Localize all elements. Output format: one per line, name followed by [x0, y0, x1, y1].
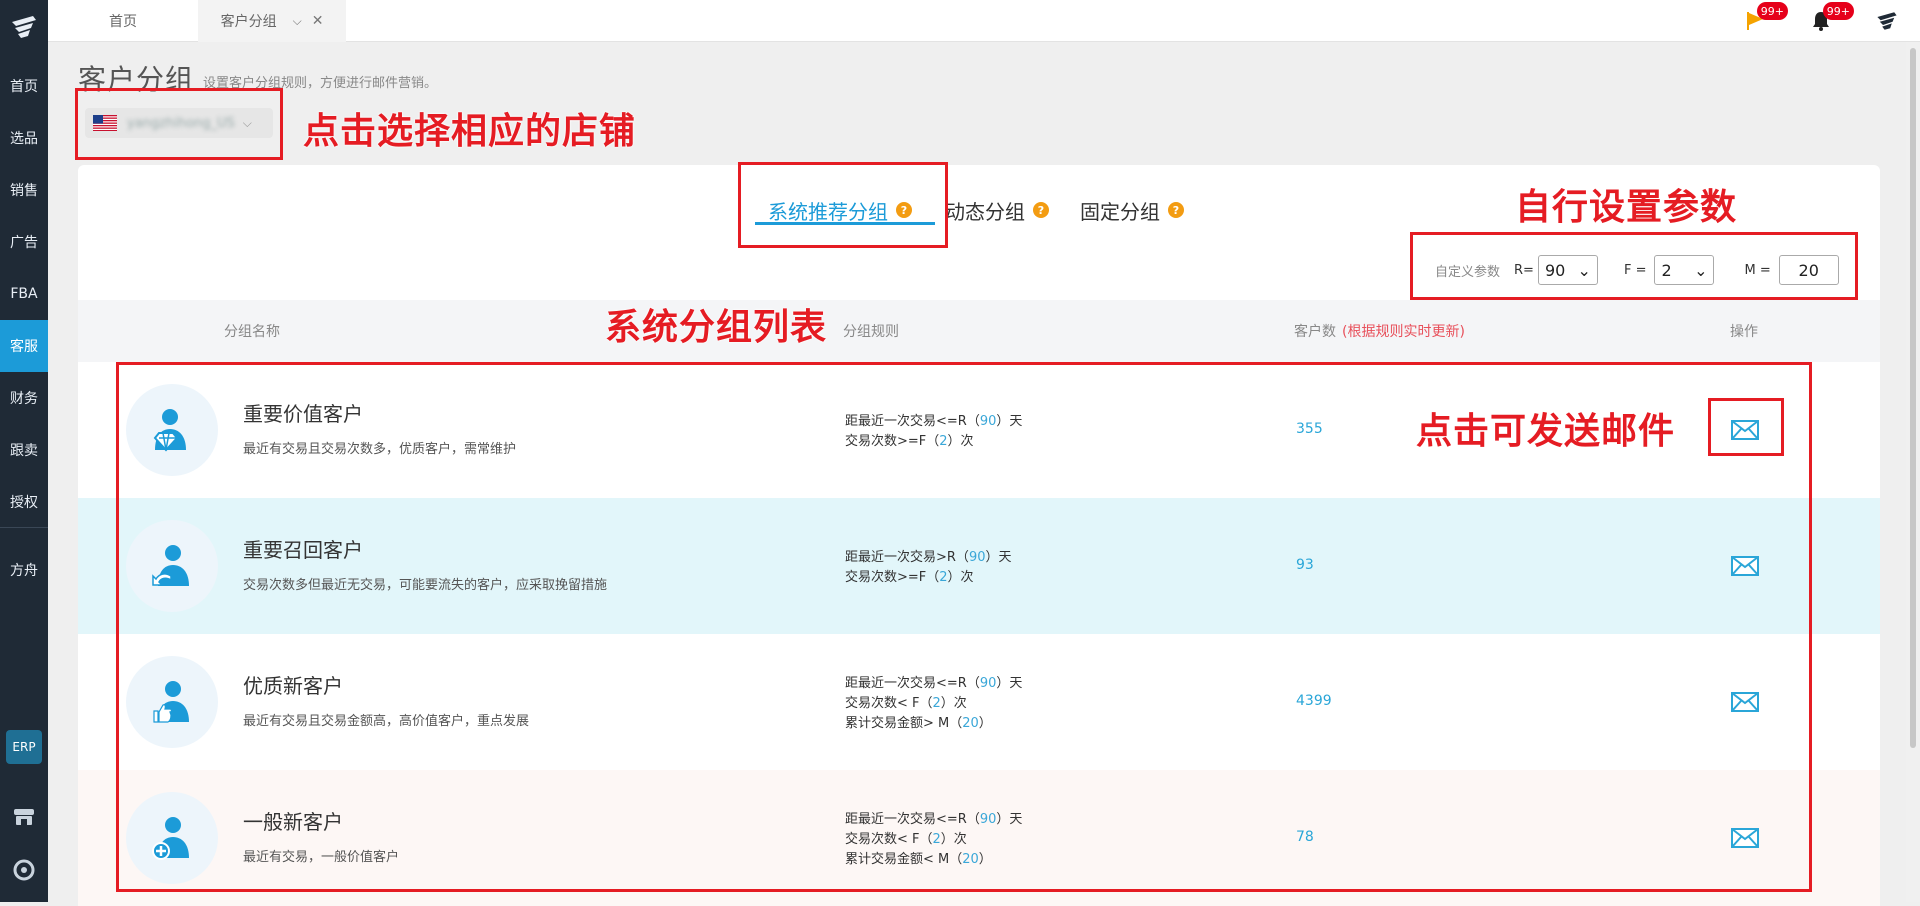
sidebar-item-label: 授权 — [10, 495, 38, 511]
sidebar-item-label: 财务 — [10, 391, 38, 407]
params-label: 自定义参数 — [1435, 264, 1501, 280]
sidebar-item-label: FBA — [10, 286, 38, 302]
th-customer-count: 客户数 (根据规则实时更新) — [1294, 300, 1465, 362]
logo-icon[interactable] — [9, 12, 39, 42]
user-avatar[interactable] — [1874, 8, 1900, 34]
sidebar-item-follow-sell[interactable]: 跟卖 — [0, 424, 48, 476]
annotation-box-store — [75, 88, 283, 160]
sidebar-item-ark[interactable]: 方舟 — [0, 544, 48, 596]
sidebar-item-ads[interactable]: 广告 — [0, 216, 48, 268]
tab-label: 客户分组 — [220, 14, 277, 30]
sidebar: 首页 选品 销售 广告 FBA 客服 财务 跟卖 授权 方舟 ERP — [0, 0, 48, 902]
sidebar-item-label: 方舟 — [10, 563, 38, 579]
close-icon[interactable]: ✕ — [312, 13, 324, 29]
table-header: 分组名称 分组规则 客户数 (根据规则实时更新) 操作 — [78, 300, 1880, 362]
chevron-down-icon[interactable]: ⌵ — [293, 14, 302, 29]
annotation-store: 点击选择相应的店铺 — [303, 111, 637, 152]
f-select[interactable]: 2 ⌄ — [1654, 255, 1715, 285]
sidebar-item-label: 销售 — [10, 183, 38, 199]
chevron-down-icon: ⌄ — [1577, 260, 1591, 280]
bell-badge: 99+ — [1822, 2, 1854, 20]
help-icon[interactable]: ? — [1033, 202, 1049, 218]
tab-dynamic-group[interactable]: 动态分组? — [945, 190, 1049, 230]
page-scrollbar[interactable] — [1906, 42, 1920, 902]
sidebar-item-label: 跟卖 — [10, 443, 38, 459]
sidebar-item-selection[interactable]: 选品 — [0, 112, 48, 164]
f-value: 2 — [1661, 260, 1672, 280]
m-label: M = — [1744, 262, 1771, 278]
th-count-label: 客户数 — [1294, 324, 1336, 340]
r-value: 90 — [1544, 260, 1566, 280]
th-group-rule: 分组规则 — [843, 324, 899, 340]
m-value: 20 — [1798, 260, 1819, 280]
custom-params: 自定义参数 R= 90 ⌄ F = 2 ⌄ M = 20 — [1435, 254, 1839, 286]
r-select[interactable]: 90 ⌄ — [1537, 255, 1598, 285]
erp-button[interactable]: ERP — [6, 730, 42, 764]
flag-notification[interactable]: 99+ — [1742, 2, 1788, 34]
sidebar-item-label: 客服 — [10, 339, 38, 355]
erp-label: ERP — [12, 740, 36, 754]
logo-user-icon — [1877, 12, 1897, 30]
tab-label: 固定分组 — [1080, 199, 1160, 224]
r-label: R= — [1514, 262, 1534, 278]
top-right-actions: 99+ 99+ — [1742, 0, 1900, 42]
tab-fixed-group[interactable]: 固定分组? — [1080, 190, 1184, 230]
sidebar-item-label: 首页 — [10, 79, 38, 95]
sidebar-item-authorize[interactable]: 授权 — [0, 476, 48, 528]
sidebar-item-sales[interactable]: 销售 — [0, 164, 48, 216]
f-label: F = — [1623, 262, 1647, 278]
store-icon[interactable] — [12, 805, 36, 829]
sidebar-item-customer-service[interactable]: 客服 — [0, 320, 48, 372]
tab-customer-group[interactable]: 客户分组 ⌵ ✕ — [198, 0, 346, 42]
annotation-list: 系统分组列表 — [605, 307, 828, 348]
annotation-box-mail — [1708, 398, 1784, 456]
sidebar-item-finance[interactable]: 财务 — [0, 372, 48, 424]
annotation-box-tabs — [738, 162, 948, 248]
sidebar-item-label: 广告 — [10, 235, 38, 251]
flag-badge: 99+ — [1756, 2, 1788, 20]
scrollbar-thumb[interactable] — [1910, 48, 1916, 748]
help-icon[interactable]: ? — [1168, 202, 1184, 218]
th-count-note: (根据规则实时更新) — [1342, 324, 1465, 340]
chevron-down-icon: ⌄ — [1694, 260, 1708, 280]
support-icon[interactable] — [12, 858, 36, 882]
th-group-name: 分组名称 — [224, 324, 280, 340]
tab-label: 首页 — [109, 14, 137, 30]
sidebar-item-label: 选品 — [10, 131, 38, 147]
sidebar-item-fba[interactable]: FBA — [0, 268, 48, 320]
tab-home[interactable]: 首页 — [48, 0, 198, 42]
annotation-mail: 点击可发送邮件 — [1416, 411, 1676, 452]
tab-label: 动态分组 — [945, 199, 1025, 224]
sidebar-divider — [0, 527, 48, 528]
bell-notification[interactable]: 99+ — [1808, 2, 1854, 34]
top-bar: 首页 客户分组 ⌵ ✕ 99+ 99+ — [48, 0, 1920, 42]
annotation-params: 自行设置参数 — [1515, 187, 1738, 228]
th-action: 操作 — [1730, 324, 1758, 340]
sidebar-item-home[interactable]: 首页 — [0, 60, 48, 112]
m-input[interactable]: 20 — [1778, 255, 1839, 285]
